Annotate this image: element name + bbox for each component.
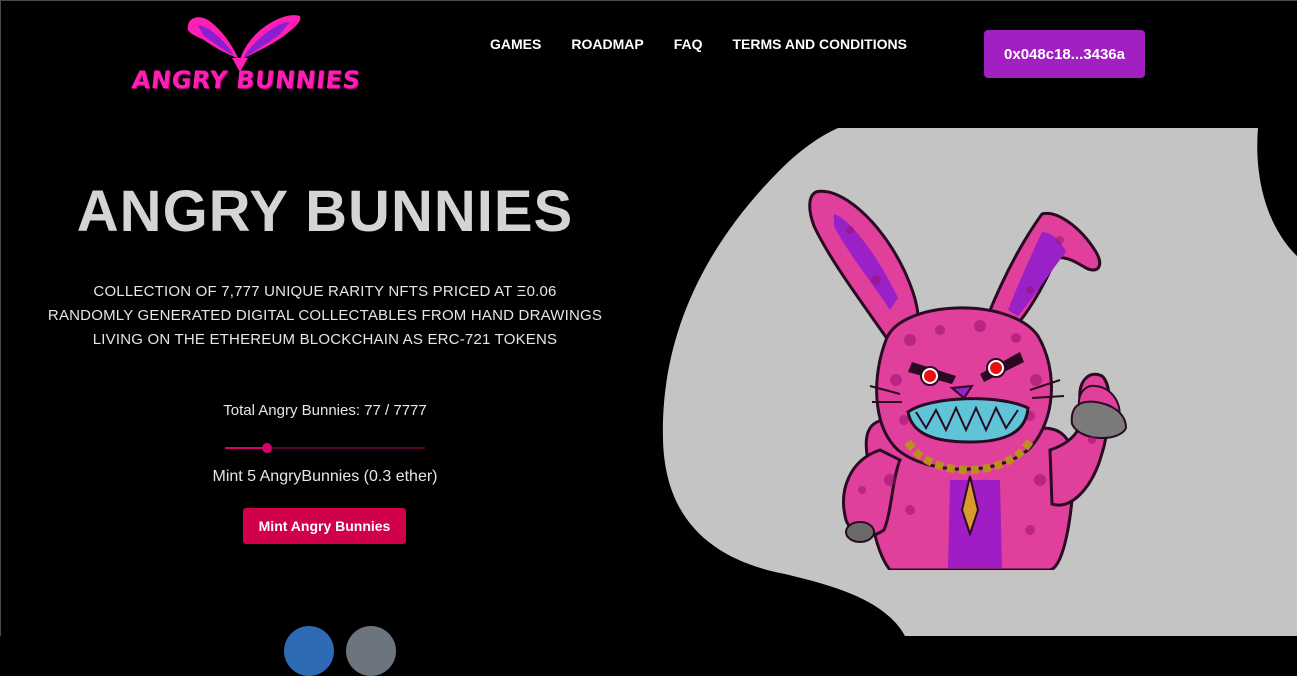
description-line-2: RANDOMLY GENERATED DIGITAL COLLECTABLES … <box>47 307 603 324</box>
logo[interactable]: ANGRY BUNNIES <box>128 10 362 102</box>
mint-quantity-label: Mint 5 AngryBunnies (0.3 ether) <box>212 468 438 485</box>
description-line-3: LIVING ON THE ETHEREUM BLOCKCHAIN AS ERC… <box>92 331 558 348</box>
nav-roadmap[interactable]: ROADMAP <box>571 36 643 52</box>
hero-description: COLLECTION OF 7,777 UNIQUE RARITY NFTS P… <box>0 280 650 352</box>
main-nav: GAMES ROADMAP FAQ TERMS AND CONDITIONS <box>490 36 937 52</box>
social-link-1[interactable] <box>284 626 334 676</box>
total-minted: Total Angry Bunnies: 77 / 7777 <box>223 402 427 419</box>
angry-bunny-illustration <box>808 189 1128 570</box>
slider-thumb[interactable] <box>262 443 272 453</box>
mint-quantity-slider[interactable] <box>225 440 425 456</box>
nav-terms[interactable]: TERMS AND CONDITIONS <box>732 36 906 52</box>
wallet-address-button[interactable]: 0x048c18...3436a <box>984 30 1145 78</box>
social-link-2[interactable] <box>346 626 396 676</box>
nav-games[interactable]: GAMES <box>490 36 541 52</box>
description-line-1: COLLECTION OF 7,777 UNIQUE RARITY NFTS P… <box>93 283 557 300</box>
hero-title: ANGRY BUNNIES <box>76 179 574 244</box>
slider-fill <box>225 447 267 449</box>
mint-button[interactable]: Mint Angry Bunnies <box>243 508 406 544</box>
logo-text: ANGRY BUNNIES <box>130 66 362 94</box>
nav-faq[interactable]: FAQ <box>674 36 703 52</box>
